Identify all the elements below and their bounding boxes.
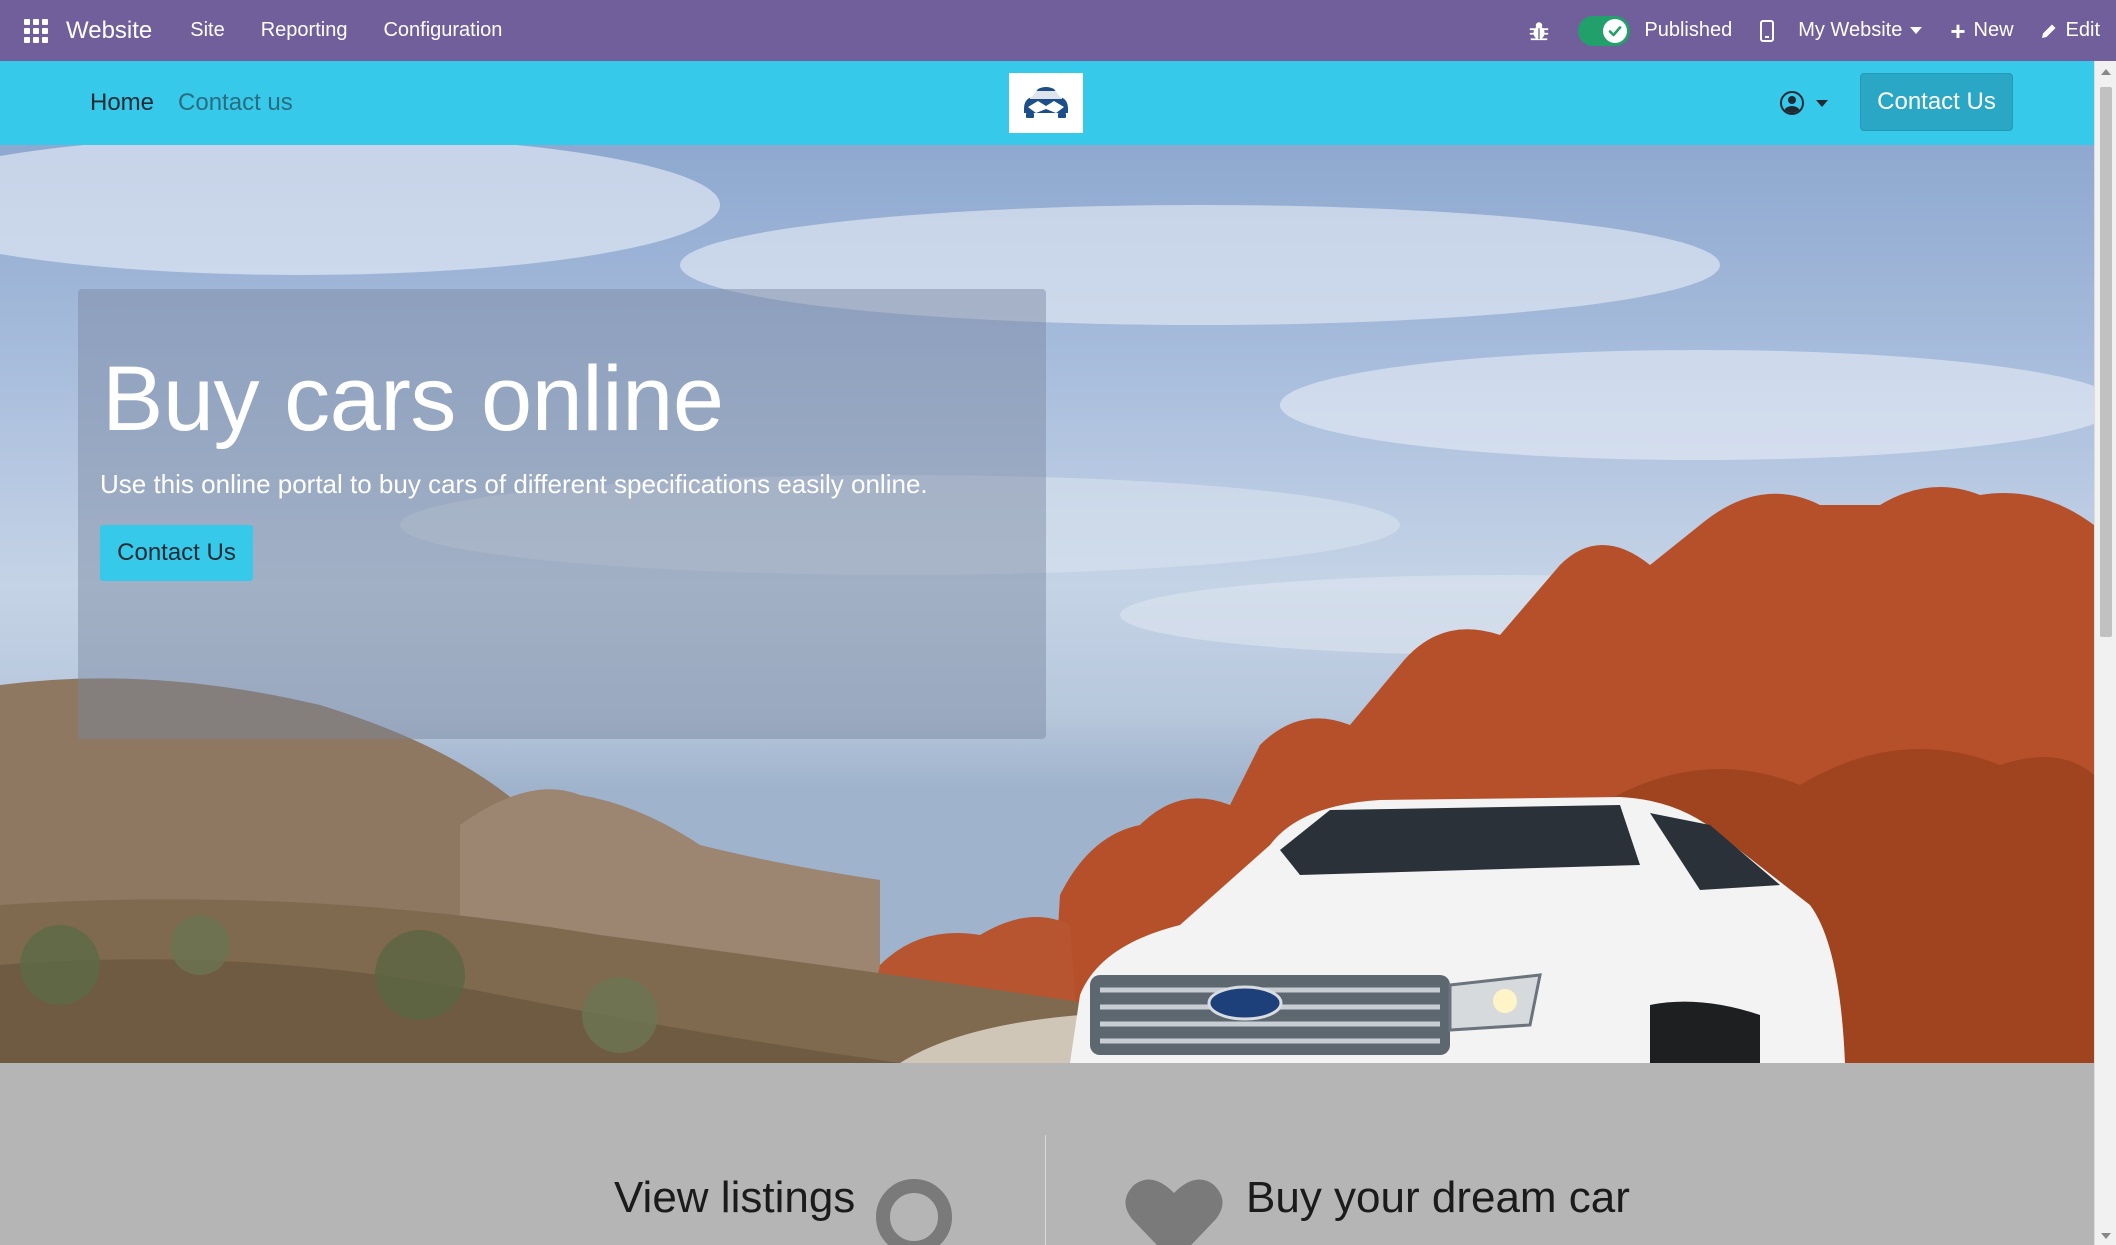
hero-contact-us-button[interactable]: Contact Us — [100, 525, 253, 581]
website-switcher[interactable]: My Website — [1798, 19, 1923, 42]
account-menu[interactable] — [1780, 91, 1828, 115]
bug-icon[interactable] — [1528, 20, 1550, 42]
new-button[interactable]: + New — [1950, 18, 2013, 44]
website-nav: Home Contact us — [90, 89, 293, 117]
published-label[interactable]: Published — [1644, 19, 1732, 42]
nav-home[interactable]: Home — [90, 89, 154, 117]
feature-buy-dream-car-title: Buy your dream car — [1246, 1173, 1630, 1222]
app-name[interactable]: Website — [66, 17, 152, 45]
header-contact-us-button[interactable]: Contact Us — [1860, 73, 2013, 131]
publish-toggle[interactable] — [1578, 15, 1631, 46]
menu-reporting[interactable]: Reporting — [243, 19, 366, 42]
heart-icon — [1125, 1179, 1223, 1245]
plus-icon: + — [1950, 15, 1966, 46]
feature-view-listings-title: View listings — [614, 1173, 856, 1222]
admin-menu: Site Reporting Configuration — [172, 19, 520, 42]
feature-divider — [1045, 1135, 1046, 1245]
admin-actions: Published My Website + New Edit — [1528, 0, 2116, 61]
chevron-down-icon — [1910, 27, 1923, 34]
website-header: Home Contact us Contact Us — [0, 61, 2094, 145]
caret-down-icon — [1816, 99, 1828, 107]
page-scrollbar[interactable] — [2094, 61, 2116, 1245]
edit-button-label: Edit — [2065, 19, 2100, 41]
hero-section: Buy cars online Use this online portal t… — [0, 145, 2094, 1063]
edit-button[interactable]: Edit — [2040, 19, 2100, 42]
menu-site[interactable]: Site — [172, 19, 242, 42]
hero-text-card: Buy cars online Use this online portal t… — [78, 289, 1046, 739]
hero-title: Buy cars online — [102, 348, 724, 450]
new-button-label: New — [1973, 19, 2014, 41]
menu-configuration[interactable]: Configuration — [365, 19, 520, 42]
nav-contact-us[interactable]: Contact us — [178, 89, 293, 117]
car-handshake-logo — [1024, 87, 1068, 118]
website-switcher-label: My Website — [1798, 19, 1903, 41]
admin-navbar: Website Site Reporting Configuration Pub… — [0, 0, 2116, 61]
search-icon — [876, 1179, 952, 1245]
user-circle-icon — [1780, 91, 1804, 115]
scroll-up-arrow-icon[interactable] — [2101, 69, 2111, 75]
scroll-down-arrow-icon[interactable] — [2101, 1233, 2111, 1239]
mobile-preview-icon[interactable] — [1760, 19, 1775, 42]
scrollbar-thumb[interactable] — [2100, 87, 2112, 637]
check-icon — [1603, 18, 1628, 43]
features-section: View listings Buy your dream car — [0, 1063, 2094, 1245]
pencil-icon — [2041, 24, 2056, 38]
site-logo[interactable] — [1009, 73, 1083, 133]
hero-subtitle: Use this online portal to buy cars of di… — [100, 469, 928, 499]
apps-grid-icon[interactable] — [24, 18, 48, 43]
